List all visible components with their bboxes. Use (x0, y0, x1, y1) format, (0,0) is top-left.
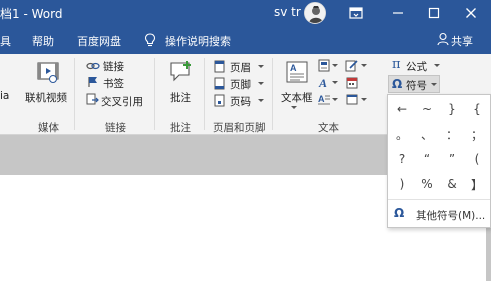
page-number-button[interactable]: 页码 (230, 94, 251, 109)
group-label-media: 媒体 (38, 122, 59, 134)
chevron-down-icon (332, 98, 338, 101)
symbol-cell[interactable]: { (465, 97, 489, 121)
header-button[interactable]: 页眉 (230, 60, 251, 75)
chevron-down-icon (361, 64, 367, 67)
share-button[interactable]: 共享 (451, 33, 473, 49)
more-symbols-button[interactable]: Ω 其他符号(M)... (388, 201, 490, 227)
lightbulb-icon (144, 33, 156, 50)
textbox-icon: A (285, 60, 309, 87)
link-button[interactable]: 链接 (103, 59, 124, 74)
chevron-down-icon (258, 82, 264, 85)
bookmark-button[interactable]: 书签 (103, 76, 124, 91)
ribbon-display-options-button[interactable] (345, 3, 367, 23)
group-divider (74, 58, 75, 130)
chevron-down-icon (361, 98, 367, 101)
symbol-cell[interactable]: ： (440, 122, 464, 146)
group-divider (272, 58, 273, 130)
signature-line-icon[interactable] (345, 59, 358, 75)
page-number-icon (214, 94, 225, 110)
quick-parts-icon[interactable] (318, 59, 330, 75)
symbol-cell[interactable]: 。 (390, 122, 414, 146)
minimize-button[interactable] (387, 3, 409, 23)
symbol-cell[interactable]: } (440, 97, 464, 121)
symbol-cell[interactable]: ( (465, 147, 489, 171)
menu-bar: 具 帮助 百度网盘 操作说明搜索 共享 (0, 26, 491, 54)
title-bar: 档1 - Word sv tr (0, 0, 491, 26)
window-title: 档1 - Word (0, 7, 63, 21)
user-name[interactable]: sv tr (274, 5, 301, 19)
cross-reference-button[interactable]: 交叉引用 (101, 94, 143, 109)
online-video-button[interactable]: 联机视频 (25, 90, 67, 105)
symbol-cell[interactable]: ~ (415, 97, 439, 121)
drop-cap-icon[interactable]: A (318, 93, 330, 109)
footer-button[interactable]: 页脚 (230, 77, 251, 92)
minimize-icon (393, 12, 403, 14)
chevron-down-icon (431, 83, 437, 86)
svg-text:A: A (290, 63, 297, 73)
group-label-text: 文本 (318, 122, 339, 134)
tab-baidu-pan[interactable]: 百度网盘 (77, 33, 121, 49)
bookmark-icon (87, 76, 99, 91)
tab-tools[interactable]: 具 (0, 33, 11, 49)
chevron-down-icon (291, 106, 297, 109)
tell-me-search[interactable]: 操作说明搜索 (165, 33, 231, 49)
group-divider (154, 58, 155, 130)
comment-button[interactable]: 批注 (170, 90, 191, 105)
group-label-links: 链接 (105, 122, 126, 134)
chevron-down-icon (332, 81, 338, 84)
chevron-down-icon (332, 64, 338, 67)
omega-icon: Ω (392, 77, 403, 91)
symbol-cell[interactable]: ? (390, 147, 414, 171)
footer-icon (214, 77, 225, 93)
more-symbols-label: 其他符号(M)... (416, 210, 486, 222)
user-avatar[interactable] (304, 2, 326, 24)
group-label-header-footer: 页眉和页脚 (213, 122, 266, 134)
symbol-cell[interactable]: % (415, 172, 439, 196)
symbol-cell[interactable]: ； (465, 122, 489, 146)
header-icon (214, 60, 225, 76)
symbol-cell[interactable]: & (440, 172, 464, 196)
wordart-icon[interactable]: A (318, 76, 330, 92)
textbox-button[interactable]: 文本框 (281, 90, 313, 105)
chevron-down-icon (258, 99, 264, 102)
ribbon-display-icon (349, 7, 363, 19)
omega-icon: Ω (394, 206, 405, 220)
chevron-down-icon (258, 65, 264, 68)
online-video-icon (36, 60, 60, 87)
svg-text:A: A (318, 76, 327, 89)
symbol-button[interactable]: Ω 符号 (388, 75, 440, 93)
symbol-cell[interactable]: “ (415, 147, 439, 171)
media-partial-label: ia (0, 90, 10, 102)
symbol-cell[interactable]: 、 (415, 122, 439, 146)
date-time-icon[interactable] (346, 76, 358, 92)
restore-button[interactable] (423, 3, 445, 23)
dropdown-divider (388, 199, 490, 200)
link-icon (86, 60, 100, 75)
group-label-comments: 批注 (170, 122, 191, 134)
share-person-icon (437, 32, 449, 49)
symbol-cell[interactable]: 】 (465, 172, 489, 196)
pi-icon: π (392, 57, 401, 72)
close-icon (466, 8, 476, 18)
close-button[interactable] (460, 3, 482, 23)
equation-button[interactable]: 公式 (406, 59, 427, 74)
cross-reference-icon (86, 93, 100, 108)
symbol-cell[interactable]: ” (440, 147, 464, 171)
svg-text:A: A (318, 94, 325, 104)
maximize-icon (428, 7, 440, 19)
symbol-button-label: 符号 (406, 80, 427, 92)
group-divider (204, 58, 205, 130)
new-comment-icon (168, 60, 194, 87)
chevron-down-icon (434, 64, 440, 67)
symbol-dropdown: ← ~}{ 。、：；? “”()% &】 Ω 其他符号(M)... (387, 94, 491, 228)
insert-object-icon[interactable] (346, 93, 358, 109)
tab-help[interactable]: 帮助 (32, 33, 54, 49)
symbol-cell[interactable]: ) (390, 172, 414, 196)
symbol-cell[interactable]: ← (390, 97, 414, 121)
